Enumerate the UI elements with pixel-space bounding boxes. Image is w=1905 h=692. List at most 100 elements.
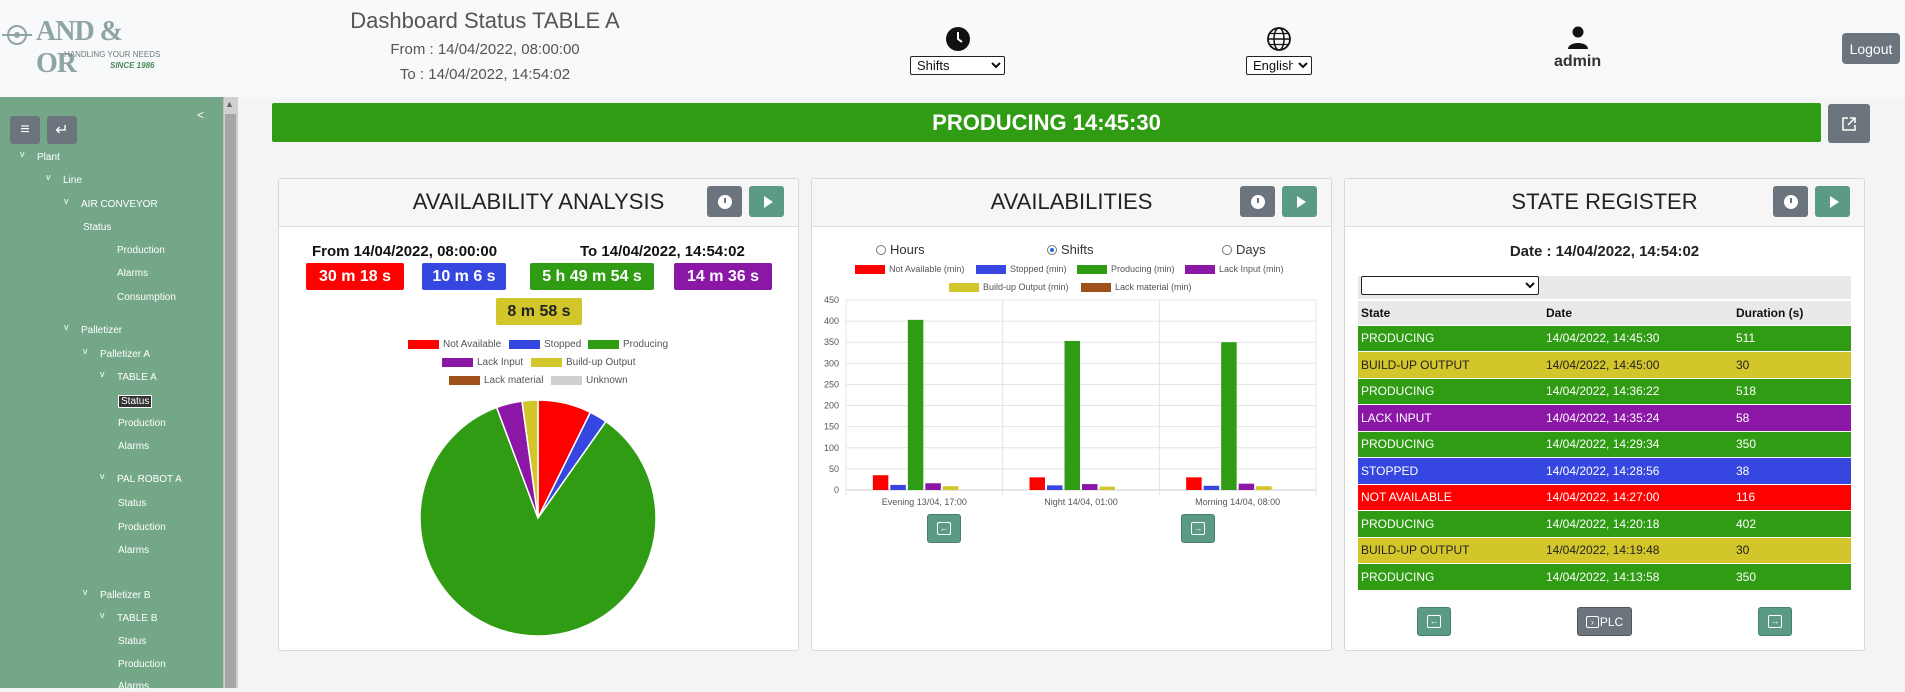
history-button[interactable]	[1773, 186, 1808, 217]
bar[interactable]	[1203, 485, 1220, 490]
sidebar-tree-item[interactable]: Production	[118, 418, 166, 429]
bar[interactable]	[1186, 477, 1202, 490]
chevron-down-icon[interactable]: v	[46, 172, 51, 182]
bar[interactable]	[1238, 483, 1255, 490]
sidebar-scroll-thumb[interactable]	[225, 114, 236, 688]
bar[interactable]	[1064, 340, 1081, 490]
chevron-down-icon[interactable]: v	[100, 471, 105, 481]
history-button[interactable]	[1240, 186, 1275, 217]
table-row[interactable]: PRODUCING 14/04/2022, 14:13:58 350	[1358, 563, 1851, 591]
sidebar-tree-item[interactable]: Status	[118, 498, 146, 509]
sidebar-tree-item[interactable]: Alarms	[117, 268, 148, 279]
chevron-down-icon[interactable]: v	[64, 322, 69, 332]
legend-item[interactable]: Lack Input (min)	[1185, 264, 1284, 275]
bar[interactable]	[942, 486, 959, 490]
back-button[interactable]: ↵	[47, 116, 77, 144]
legend-item[interactable]: Stopped	[509, 339, 581, 350]
chevron-down-icon[interactable]: v	[20, 149, 25, 159]
sidebar-collapse-button[interactable]: <	[197, 108, 204, 122]
sidebar-tree-item[interactable]: Alarms	[118, 681, 149, 692]
sidebar-tree-item[interactable]: Production	[118, 659, 166, 670]
period-radio[interactable]: Days	[1222, 242, 1266, 257]
language-select[interactable]: English	[1246, 56, 1312, 75]
bar[interactable]	[1047, 485, 1063, 490]
user-control: admin	[1554, 26, 1601, 71]
menu-button[interactable]: ≡	[10, 116, 40, 144]
table-row[interactable]: PRODUCING 14/04/2022, 14:36:22 518	[1358, 378, 1851, 405]
table-row[interactable]: LACK INPUT 14/04/2022, 14:35:24 58	[1358, 404, 1851, 432]
sidebar-tree-item[interactable]: Production	[117, 245, 165, 256]
chevron-down-icon[interactable]: v	[100, 369, 105, 379]
bar[interactable]	[1099, 486, 1116, 490]
previous-page-button[interactable]: ←	[927, 514, 961, 543]
legend-item[interactable]: Producing (min)	[1077, 264, 1175, 275]
next-page-button[interactable]: →	[1181, 514, 1215, 543]
play-button[interactable]	[1282, 186, 1317, 217]
table-row[interactable]: PRODUCING 14/04/2022, 14:45:30 511	[1358, 325, 1851, 352]
bar[interactable]	[925, 483, 941, 490]
register-filter-select[interactable]	[1361, 276, 1539, 295]
play-button[interactable]	[749, 186, 784, 217]
bar[interactable]	[1221, 342, 1237, 490]
sidebar-tree-item[interactable]: Palletizer B	[100, 590, 151, 601]
sidebar-tree-item[interactable]: Alarms	[118, 441, 149, 452]
radio-circle[interactable]	[1222, 244, 1232, 255]
open-external-button[interactable]	[1828, 104, 1870, 143]
legend-item[interactable]: Producing	[588, 339, 668, 350]
table-row[interactable]: BUILD-UP OUTPUT 14/04/2022, 14:45:00 30	[1358, 351, 1851, 379]
sidebar-tree-item[interactable]: Plant	[37, 152, 60, 163]
sidebar-tree-item[interactable]: Production	[118, 522, 166, 533]
plc-button[interactable]: › PLC	[1577, 607, 1632, 636]
sidebar-tree-item[interactable]: Palletizer A	[100, 349, 150, 360]
sidebar-tree-item[interactable]: PAL ROBOT A	[117, 474, 182, 485]
sidebar-tree-item[interactable]: Status	[118, 636, 146, 647]
period-radio[interactable]: Hours	[876, 242, 925, 257]
legend-item[interactable]: Stopped (min)	[976, 264, 1067, 275]
company-logo: AND & OR HANDLING YOUR NEEDS SINCE 1986	[2, 14, 162, 79]
chevron-down-icon[interactable]: v	[83, 346, 88, 356]
legend-item[interactable]: Not Available	[408, 339, 501, 350]
radio-circle[interactable]	[1047, 244, 1057, 255]
chevron-down-icon[interactable]: v	[100, 610, 105, 620]
next-page-button[interactable]: →	[1758, 607, 1792, 636]
sidebar-tree-item[interactable]: AIR CONVEYOR	[81, 199, 158, 210]
sidebar-tree-item[interactable]: TABLE A	[117, 372, 157, 383]
legend-item[interactable]: Lack Input	[442, 357, 523, 368]
bar[interactable]	[872, 475, 889, 490]
y-tick-label: 0	[834, 485, 839, 495]
sidebar-tree-item[interactable]: TABLE B	[117, 613, 157, 624]
chevron-down-icon[interactable]: v	[83, 587, 88, 597]
sidebar-tree-item[interactable]: Status	[118, 395, 153, 408]
table-row[interactable]: BUILD-UP OUTPUT 14/04/2022, 14:19:48 30	[1358, 537, 1851, 564]
sidebar-tree-item[interactable]: Alarms	[118, 545, 149, 556]
sidebar-tree-item[interactable]: Palletizer	[81, 325, 122, 336]
table-row[interactable]: STOPPED 14/04/2022, 14:28:56 38	[1358, 457, 1851, 485]
play-button[interactable]	[1815, 186, 1850, 217]
radio-circle[interactable]	[876, 244, 886, 255]
table-row[interactable]: PRODUCING 14/04/2022, 14:20:18 402	[1358, 510, 1851, 538]
duration-cell: 30	[1733, 351, 1851, 379]
legend-item[interactable]: Not Available (min)	[855, 264, 964, 275]
period-to: To : 14/04/2022, 14:54:02	[399, 66, 571, 83]
bar[interactable]	[1029, 477, 1046, 490]
period-select[interactable]: Shifts	[910, 56, 1005, 75]
date-cell: 14/04/2022, 14:13:58	[1543, 563, 1733, 591]
legend-item[interactable]: Build-up Output	[531, 357, 636, 368]
previous-page-button[interactable]: ←	[1417, 607, 1451, 636]
bar[interactable]	[1082, 484, 1098, 490]
scroll-up-arrow-icon[interactable]: ▲	[225, 99, 234, 109]
sidebar-tree-item[interactable]: Status	[83, 222, 111, 233]
bar[interactable]	[907, 319, 924, 490]
logout-button[interactable]: Logout	[1842, 33, 1900, 64]
bar[interactable]	[1256, 486, 1272, 490]
sidebar-tree-item[interactable]: Consumption	[117, 292, 176, 303]
period-radio[interactable]: Shifts	[1047, 242, 1094, 257]
chevron-down-icon[interactable]: v	[64, 196, 69, 206]
history-button[interactable]	[707, 186, 742, 217]
state-cell: PRODUCING	[1358, 325, 1543, 352]
table-row[interactable]: PRODUCING 14/04/2022, 14:29:34 350	[1358, 431, 1851, 458]
availabilities-bar-chart: 0 50 100 150 200 250 300 350 400 450 Evening 13/04…	[824, 295, 1317, 507]
table-row[interactable]: NOT AVAILABLE 14/04/2022, 14:27:00 116	[1358, 484, 1851, 511]
bar[interactable]	[890, 484, 906, 490]
sidebar-tree-item[interactable]: Line	[63, 175, 82, 186]
